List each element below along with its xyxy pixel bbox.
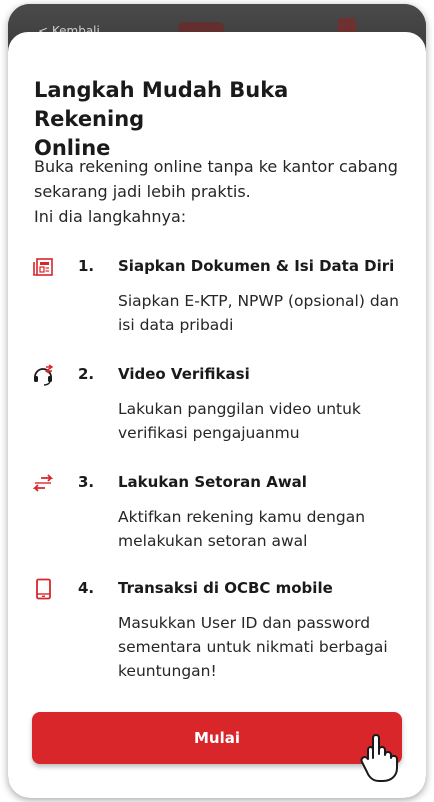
step-description: Masukkan User ID dan password sementara … bbox=[118, 611, 398, 683]
step-description-line: melakukan setoran awal bbox=[118, 532, 308, 550]
headset-icon bbox=[34, 364, 54, 386]
intro-line: sekarang jadi lebih praktis. bbox=[34, 182, 251, 201]
step-description-line: Siapkan E-KTP, NPWP (opsional) dan bbox=[118, 292, 399, 310]
mobile-phone-icon bbox=[36, 578, 51, 600]
start-button[interactable]: Mulai bbox=[32, 712, 402, 764]
bottom-sheet: Langkah Mudah Buka Rekening Online Buka … bbox=[8, 32, 426, 798]
step-description-line: verifikasi pengajuanmu bbox=[118, 424, 300, 442]
step-heading: Siapkan Dokumen & Isi Data Diri bbox=[118, 257, 395, 275]
step-heading: Transaksi di OCBC mobile bbox=[118, 579, 333, 597]
title-line: Langkah Mudah Buka Rekening bbox=[34, 78, 289, 131]
step-description: Lakukan panggilan video untuk verifikasi… bbox=[118, 397, 398, 445]
page-title: Langkah Mudah Buka Rekening Online bbox=[34, 76, 394, 163]
pointer-hand-icon bbox=[360, 734, 398, 782]
step-description: Siapkan E-KTP, NPWP (opsional) dan isi d… bbox=[118, 289, 399, 337]
step-description-line: sementara untuk nikmati berbagai bbox=[118, 638, 388, 656]
phone-frame: < Kembali Langkah Mudah Buka Rekening On… bbox=[8, 4, 426, 798]
intro-line: Ini dia langkahnya: bbox=[34, 207, 187, 226]
step-description-line: Aktifkan rekening kamu dengan bbox=[118, 508, 366, 526]
step-number: 2. bbox=[78, 365, 95, 383]
step-number: 3. bbox=[78, 473, 95, 491]
transfer-arrows-icon bbox=[32, 474, 54, 492]
step-description-line: keuntungan! bbox=[118, 662, 217, 680]
step-number: 4. bbox=[78, 579, 95, 597]
intro-text: Buka rekening online tanpa ke kantor cab… bbox=[34, 154, 404, 229]
step-description-line: Lakukan panggilan video untuk bbox=[118, 400, 361, 418]
start-button-label: Mulai bbox=[193, 729, 240, 747]
step-heading: Video Verifikasi bbox=[118, 365, 250, 383]
step-description: Aktifkan rekening kamu dengan melakukan … bbox=[118, 505, 398, 553]
step-heading: Lakukan Setoran Awal bbox=[118, 473, 307, 491]
step-number: 1. bbox=[78, 257, 95, 275]
document-icon bbox=[33, 258, 53, 276]
step-description-line: isi data pribadi bbox=[118, 316, 234, 334]
step-description-line: Masukkan User ID dan password bbox=[118, 614, 371, 632]
intro-line: Buka rekening online tanpa ke kantor cab… bbox=[34, 157, 398, 176]
